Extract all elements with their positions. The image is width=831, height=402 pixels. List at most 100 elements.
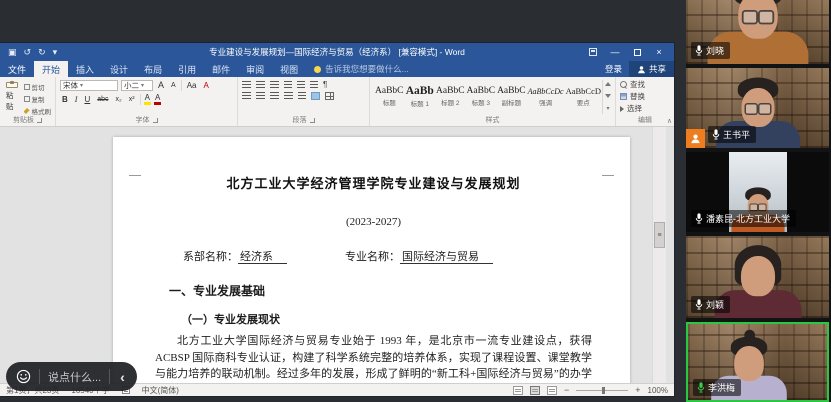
document-canvas[interactable]: 北方工业大学经济管理学院专业建设与发展规划 (2023-2027) 系部名称：经…	[0, 127, 674, 383]
superscript-button[interactable]: x²	[127, 94, 137, 105]
text-highlight-button[interactable]: A	[144, 93, 151, 105]
bullet-list-icon[interactable]	[242, 81, 251, 89]
gallery-more-icon[interactable]: ▾	[606, 105, 609, 112]
grow-font-button[interactable]: A	[156, 80, 166, 91]
align-right-icon[interactable]	[270, 92, 279, 100]
document-scrollbar[interactable]: ≡	[652, 127, 666, 383]
tab-file[interactable]: 文件	[0, 61, 34, 77]
line-spacing-icon[interactable]	[298, 92, 306, 100]
italic-button[interactable]: I	[73, 94, 80, 105]
dialog-launcher-icon[interactable]	[37, 118, 42, 123]
align-left-icon[interactable]	[242, 92, 251, 100]
zoom-level[interactable]: 100%	[648, 386, 668, 395]
style-item-heading3[interactable]: AaBbC 标题 3	[466, 81, 497, 113]
video-tile-lihongmei-active-speaker[interactable]: 李洪梅	[686, 322, 829, 402]
subscript-button[interactable]: x₂	[114, 94, 124, 105]
style-label: 副标题	[502, 97, 522, 107]
font-size-select[interactable]: 小二▾	[121, 80, 153, 91]
increase-indent-icon[interactable]	[297, 81, 305, 89]
print-layout-icon[interactable]	[530, 386, 540, 395]
tab-home[interactable]: 开始	[34, 61, 68, 77]
microphone-icon	[695, 45, 703, 56]
video-tile-wangshuping[interactable]: 王书平	[686, 68, 829, 148]
paste-button[interactable]: 粘贴	[4, 80, 21, 114]
zoom-slider-thumb[interactable]	[602, 387, 605, 394]
redo-icon[interactable]: ↻	[38, 48, 46, 57]
share-button[interactable]: 共享	[629, 61, 674, 77]
zoom-slider[interactable]	[576, 390, 628, 391]
collapse-ribbon-icon[interactable]: ∧	[667, 117, 672, 125]
numbered-list-icon[interactable]	[256, 81, 265, 89]
multilevel-list-icon[interactable]	[270, 81, 279, 89]
shading-icon[interactable]	[311, 92, 320, 100]
shrink-font-button[interactable]: A	[169, 80, 178, 91]
style-item-heading2[interactable]: AaBbC 标题 2	[435, 81, 466, 113]
tab-design[interactable]: 设计	[102, 61, 136, 77]
justify-icon[interactable]	[284, 92, 293, 100]
tell-me-box[interactable]: 告诉我您想要做什么...	[306, 61, 417, 77]
person-icon	[690, 133, 701, 144]
minimize-button[interactable]: —	[604, 43, 626, 61]
tab-insert[interactable]: 插入	[68, 61, 102, 77]
sign-in-button[interactable]: 登录	[598, 61, 629, 77]
document-page[interactable]: 北方工业大学经济管理学院专业建设与发展规划 (2023-2027) 系部名称：经…	[113, 137, 630, 383]
bold-button[interactable]: B	[60, 94, 70, 105]
borders-icon[interactable]	[325, 92, 334, 100]
lightbulb-icon	[314, 66, 321, 73]
style-item-subtitle[interactable]: AaBbC 副标题	[496, 81, 527, 113]
change-case-button[interactable]: Aa	[185, 80, 199, 91]
video-tile-liuxiao[interactable]: 刘晓	[686, 0, 829, 64]
sort-icon[interactable]	[310, 81, 318, 89]
style-item-heading1[interactable]: AaBb 标题 1	[405, 81, 436, 113]
zoom-out-button[interactable]: −	[564, 386, 569, 395]
clear-formatting-button[interactable]: A	[201, 80, 210, 91]
tab-mailings[interactable]: 邮件	[204, 61, 238, 77]
format-painter-icon	[24, 108, 30, 114]
tab-review[interactable]: 审阅	[238, 61, 272, 77]
underline-button[interactable]: U	[82, 94, 92, 105]
ribbon-display-options-icon[interactable]	[582, 43, 604, 61]
participant-name-tag: 王书平	[708, 126, 756, 143]
tab-layout[interactable]: 布局	[136, 61, 170, 77]
video-tile-liuying[interactable]: 刘颖	[686, 236, 829, 318]
cut-button[interactable]: 剪切	[24, 82, 52, 92]
document-heading1: 一、专业发展基础	[155, 282, 592, 299]
replace-button[interactable]: 替换	[620, 91, 670, 102]
style-item-emphasis[interactable]: AaBbCcDc 强调	[527, 81, 565, 113]
tab-references[interactable]: 引用	[170, 61, 204, 77]
video-tile-pansukun[interactable]: 潘素昆-北方工业大学	[686, 152, 829, 232]
web-layout-icon[interactable]	[547, 386, 557, 395]
scrollbar-thumb[interactable]: ≡	[654, 222, 665, 248]
collapse-chevron-icon[interactable]: ‹	[118, 370, 125, 384]
style-item-strong[interactable]: AaBbCcD 要点	[565, 81, 602, 113]
style-label: 强调	[539, 97, 552, 107]
save-icon[interactable]: ▣	[8, 48, 17, 57]
read-mode-icon[interactable]	[513, 386, 523, 395]
copy-button[interactable]: 复制	[24, 94, 52, 104]
restore-button[interactable]	[626, 43, 648, 61]
select-button[interactable]: 选择	[620, 103, 670, 114]
copy-label: 复制	[32, 94, 45, 104]
gallery-down-icon[interactable]	[605, 94, 611, 98]
font-color-button[interactable]: A	[154, 93, 161, 105]
gallery-up-icon[interactable]	[605, 82, 611, 86]
find-button[interactable]: 查找	[620, 79, 670, 90]
tab-view[interactable]: 视图	[272, 61, 306, 77]
style-item-title[interactable]: AaBbC 标题	[374, 81, 405, 113]
decrease-indent-icon[interactable]	[284, 81, 292, 89]
strikethrough-button[interactable]: abc	[95, 94, 110, 105]
qat-customize-icon[interactable]: ▾	[53, 48, 58, 57]
font-group: 宋体▾ 小二▾ A A Aa A B I U abc x₂ x²	[56, 77, 238, 126]
zoom-in-button[interactable]: +	[635, 386, 640, 395]
show-marks-icon[interactable]: ¶	[323, 80, 327, 89]
dialog-launcher-icon[interactable]	[310, 118, 315, 123]
emoji-icon[interactable]	[16, 369, 31, 384]
close-button[interactable]: ×	[648, 43, 670, 61]
undo-icon[interactable]: ↺	[24, 48, 32, 57]
align-center-icon[interactable]	[256, 92, 265, 100]
dialog-launcher-icon[interactable]	[153, 118, 158, 123]
language-status[interactable]: 中文(简体)	[142, 385, 179, 396]
font-name-select[interactable]: 宋体▾	[60, 80, 118, 91]
chat-placeholder[interactable]: 说点什么...	[48, 369, 101, 385]
chat-input-bar[interactable]: 说点什么... ‹	[6, 362, 137, 391]
